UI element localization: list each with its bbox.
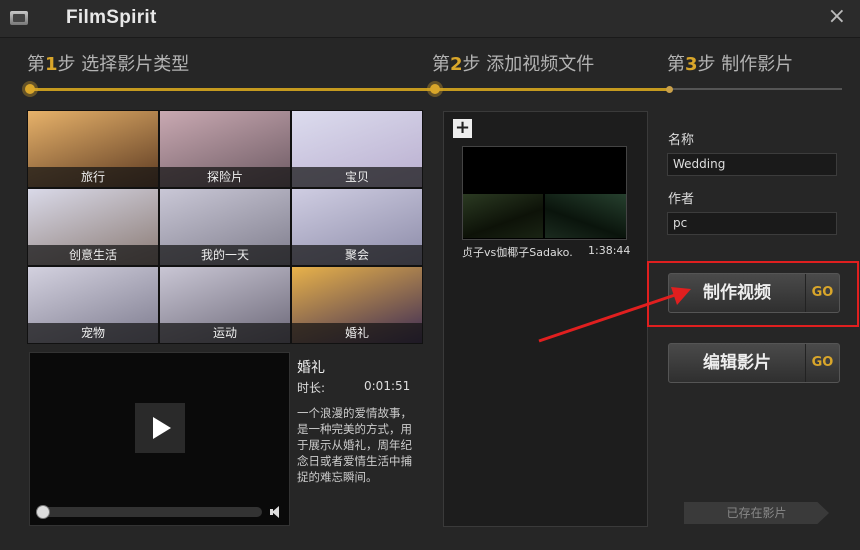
close-button[interactable]: × (828, 6, 846, 28)
category-5[interactable]: 聚会 (292, 189, 422, 265)
author-field[interactable] (667, 212, 837, 235)
edit-movie-go: GO (805, 344, 839, 382)
video-file-name: 贞子vs伽椰子Sadako... (462, 246, 572, 259)
annotation-arrow-icon (538, 287, 691, 343)
step-progress-line (30, 88, 670, 91)
template-title: 婚礼 (297, 360, 325, 376)
step-2-marker (430, 84, 440, 94)
add-video-button[interactable]: + (453, 119, 472, 138)
film-frame-right (545, 194, 626, 238)
step-progress-remaining (672, 88, 842, 90)
app-logo-icon (10, 11, 28, 25)
category-label: 探险片 (160, 167, 290, 187)
category-label: 旅行 (28, 167, 158, 187)
title-bar: FilmSpirit × (0, 0, 860, 38)
step-1-label: 第1步 选择影片类型 (27, 54, 190, 75)
category-4[interactable]: 我的一天 (160, 189, 290, 265)
template-preview-player (29, 352, 290, 526)
category-label: 宝贝 (292, 167, 422, 187)
duration-value: 0:01:51 (364, 379, 411, 393)
play-button[interactable] (135, 403, 185, 453)
category-grid: 旅行 探险片 宝贝创意生活 我的一天 聚会宠物 运动 婚礼 (27, 110, 423, 344)
video-thumbnail[interactable] (462, 146, 627, 240)
author-label: 作者 (668, 192, 695, 207)
edit-movie-label: 编辑影片 (703, 353, 771, 373)
category-label: 宠物 (28, 323, 158, 343)
edit-movie-button[interactable]: 编辑影片 GO (668, 343, 840, 383)
seek-knob[interactable] (36, 505, 50, 519)
app-window: FilmSpirit × 第1步 选择影片类型 第2步 添加视频文件 第3步 制… (0, 0, 860, 550)
category-label: 聚会 (292, 245, 422, 265)
name-field[interactable] (667, 153, 837, 176)
category-label: 我的一天 (160, 245, 290, 265)
category-label: 创意生活 (28, 245, 158, 265)
category-label: 运动 (160, 323, 290, 343)
template-description: 一个浪漫的爱情故事，是一种完美的方式，用于展示从婚礼，周年纪念日或者爱情生活中捕… (297, 406, 412, 484)
category-3[interactable]: 创意生活 (28, 189, 158, 265)
existing-movies-button[interactable]: 已存在影片 (684, 502, 829, 524)
category-7[interactable]: 运动 (160, 267, 290, 343)
app-title: FilmSpirit (66, 7, 157, 28)
video-file-duration: 1:38:44 (588, 244, 631, 257)
name-label: 名称 (668, 133, 695, 148)
step-1-marker (25, 84, 35, 94)
category-2[interactable]: 宝贝 (292, 111, 422, 187)
duration-label: 时长: (297, 381, 326, 395)
category-label: 婚礼 (292, 323, 422, 343)
category-8[interactable]: 婚礼 (292, 267, 422, 343)
step-3-label: 第3步 制作影片 (667, 54, 794, 75)
film-frame-left (463, 194, 543, 238)
category-6[interactable]: 宠物 (28, 267, 158, 343)
seek-bar[interactable] (36, 507, 262, 517)
category-0[interactable]: 旅行 (28, 111, 158, 187)
step-2-label: 第2步 添加视频文件 (432, 54, 595, 75)
step-3-marker (666, 86, 673, 93)
category-1[interactable]: 探险片 (160, 111, 290, 187)
